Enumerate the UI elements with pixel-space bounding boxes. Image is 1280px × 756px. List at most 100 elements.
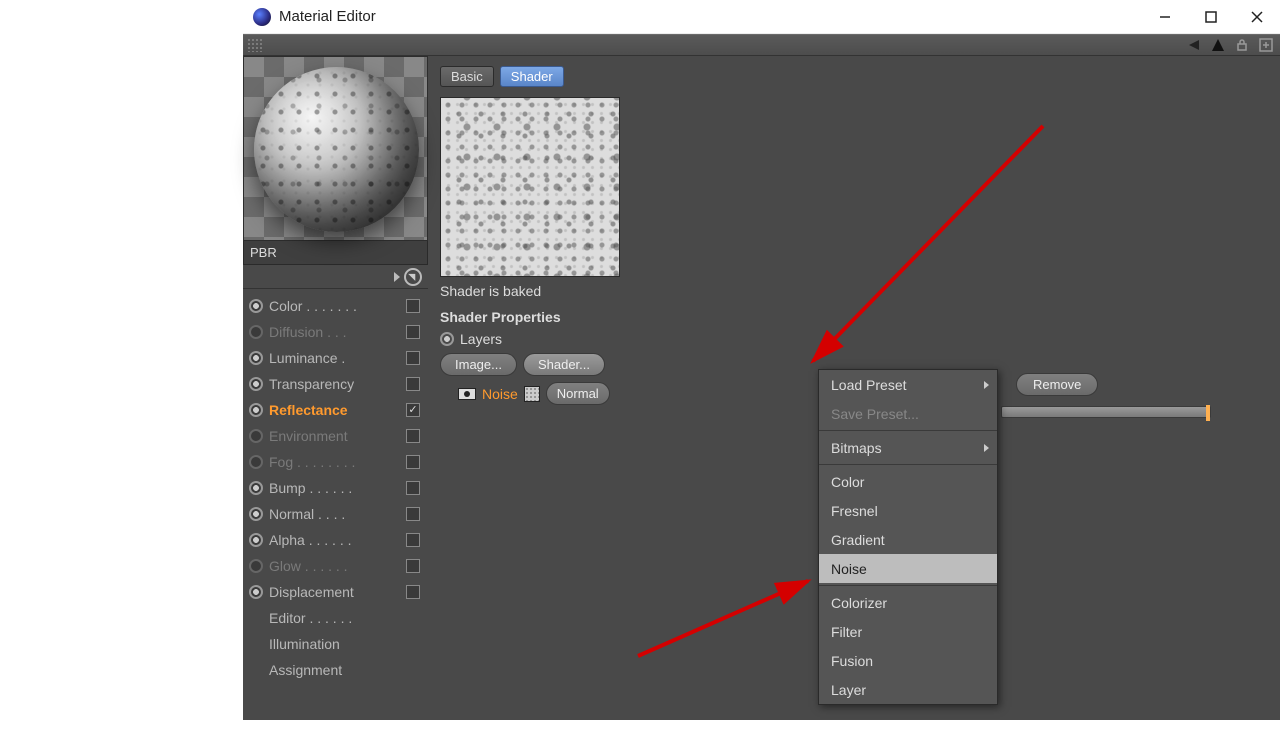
menu-item-label: Filter [831, 624, 862, 640]
channel-label: Fog . . . . . . . . [269, 454, 400, 470]
menu-item-gradient[interactable]: Gradient [819, 525, 997, 554]
channel-checkbox[interactable] [406, 481, 420, 495]
menu-item-label: Bitmaps [831, 440, 882, 456]
minimize-icon [1159, 11, 1171, 23]
channel-radio[interactable] [249, 585, 263, 599]
minimize-button[interactable] [1142, 0, 1188, 34]
channel-label: Alpha . . . . . . [269, 532, 400, 548]
nav-back-button[interactable] [1184, 35, 1204, 55]
channel-radio[interactable] [249, 429, 263, 443]
channel-checkbox[interactable] [406, 455, 420, 469]
new-tab-button[interactable] [1256, 35, 1276, 55]
close-icon [1251, 11, 1263, 23]
menu-item-colorizer[interactable]: Colorizer [819, 588, 997, 617]
layers-radio[interactable] [440, 332, 454, 346]
menu-item-filter[interactable]: Filter [819, 617, 997, 646]
menu-item-load-preset[interactable]: Load Preset [819, 370, 997, 399]
channel-radio[interactable] [249, 325, 263, 339]
channel-checkbox[interactable] [406, 429, 420, 443]
channel-radio[interactable] [249, 481, 263, 495]
tab-shader[interactable]: Shader [500, 66, 564, 87]
baked-label: Shader is baked [440, 283, 1268, 299]
channel-editor[interactable]: Editor . . . . . . [243, 605, 428, 631]
shader-preview[interactable] [440, 97, 620, 277]
channel-radio[interactable] [249, 403, 263, 417]
visibility-icon[interactable] [458, 388, 476, 400]
channel-radio[interactable] [249, 533, 263, 547]
remove-button[interactable]: Remove [1016, 373, 1098, 396]
channel-illumination[interactable]: Illumination [243, 631, 428, 657]
material-name-row[interactable]: PBR [243, 241, 428, 265]
sidebar: PBR Color . . . . . . . Diffusion . . .Lu… [243, 56, 428, 720]
channel-glow[interactable]: Glow . . . . . . [243, 553, 428, 579]
channel-label: Environment [269, 428, 400, 444]
menu-item-noise[interactable]: Noise [819, 554, 997, 583]
blend-mode-button[interactable]: Normal [546, 382, 610, 405]
channel-alpha[interactable]: Alpha . . . . . . [243, 527, 428, 553]
layers-label: Layers [460, 331, 502, 347]
material-preview[interactable] [243, 56, 428, 241]
channel-diffusion[interactable]: Diffusion . . . [243, 319, 428, 345]
lock-button[interactable] [1232, 35, 1252, 55]
layer-entry-label[interactable]: Noise [482, 386, 518, 402]
channel-bump[interactable]: Bump . . . . . . [243, 475, 428, 501]
channel-label: Color . . . . . . . [269, 298, 400, 314]
maximize-icon [1205, 11, 1217, 23]
channel-radio[interactable] [249, 377, 263, 391]
channel-checkbox[interactable] [406, 533, 420, 547]
menu-item-label: Colorizer [831, 595, 887, 611]
channel-checkbox[interactable] [406, 351, 420, 365]
channel-displacement[interactable]: Displacement [243, 579, 428, 605]
opacity-slider[interactable] [1001, 406, 1211, 418]
preview-controls [243, 265, 428, 289]
channel-assignment[interactable]: Assignment [243, 657, 428, 683]
channel-reflectance[interactable]: Reflectance [243, 397, 428, 423]
channel-radio[interactable] [249, 559, 263, 573]
channel-checkbox[interactable] [406, 403, 420, 417]
slider-knob[interactable] [1206, 405, 1210, 421]
channel-color[interactable]: Color . . . . . . . [243, 293, 428, 319]
channel-radio[interactable] [249, 351, 263, 365]
channel-checkbox[interactable] [406, 585, 420, 599]
menu-item-label: Color [831, 474, 864, 490]
shader-popup-menu[interactable]: Load PresetSave Preset... Bitmaps Color Fre… [818, 369, 998, 705]
channel-label: Assignment [269, 662, 400, 678]
channel-fog[interactable]: Fog . . . . . . . . [243, 449, 428, 475]
menu-item-color[interactable]: Color [819, 467, 997, 496]
menu-item-save-preset-: Save Preset... [819, 399, 997, 428]
cursor-icon[interactable] [404, 268, 422, 286]
nav-up-button[interactable] [1208, 35, 1228, 55]
menu-item-fresnel[interactable]: Fresnel [819, 496, 997, 525]
grip-icon [247, 38, 263, 52]
channel-checkbox[interactable] [406, 559, 420, 573]
channel-checkbox[interactable] [406, 299, 420, 313]
menu-item-label: Noise [831, 561, 867, 577]
channel-luminance[interactable]: Luminance . [243, 345, 428, 371]
channel-normal[interactable]: Normal . . . . [243, 501, 428, 527]
channel-label: Bump . . . . . . [269, 480, 400, 496]
channel-label: Illumination [269, 636, 400, 652]
channel-checkbox[interactable] [406, 377, 420, 391]
channel-radio[interactable] [249, 455, 263, 469]
channel-radio[interactable] [249, 299, 263, 313]
channel-label: Editor . . . . . . [269, 610, 400, 626]
channel-environment[interactable]: Environment [243, 423, 428, 449]
app-icon [253, 8, 271, 26]
menu-item-label: Layer [831, 682, 866, 698]
layer-swatch[interactable] [524, 386, 540, 402]
maximize-button[interactable] [1188, 0, 1234, 34]
tab-basic[interactable]: Basic [440, 66, 494, 87]
image-button[interactable]: Image... [440, 353, 517, 376]
channel-radio[interactable] [249, 507, 263, 521]
expand-icon[interactable] [394, 272, 400, 282]
content-area: Basic Shader Shader is baked Shader Prop… [428, 56, 1280, 720]
menu-item-layer[interactable]: Layer [819, 675, 997, 704]
menu-item-fusion[interactable]: Fusion [819, 646, 997, 675]
close-button[interactable] [1234, 0, 1280, 34]
channel-checkbox[interactable] [406, 507, 420, 521]
shader-button[interactable]: Shader... [523, 353, 605, 376]
menu-item-bitmaps[interactable]: Bitmaps [819, 433, 997, 462]
channel-transparency[interactable]: Transparency [243, 371, 428, 397]
menu-item-label: Gradient [831, 532, 885, 548]
channel-checkbox[interactable] [406, 325, 420, 339]
